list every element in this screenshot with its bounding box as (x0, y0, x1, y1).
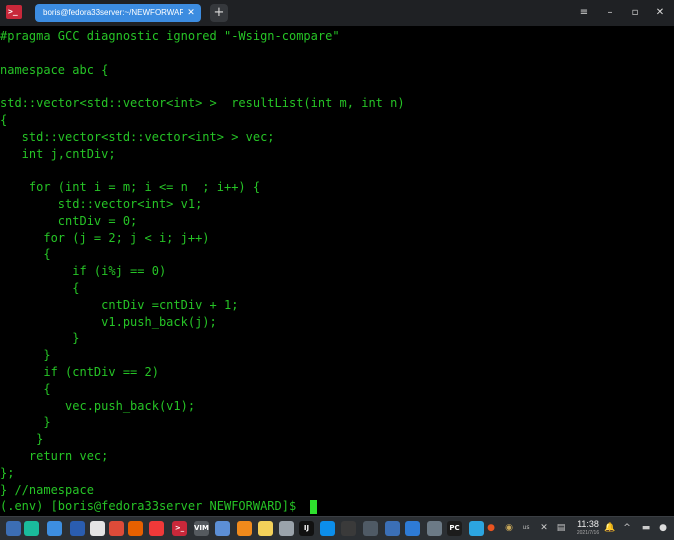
terminal-line: (.env) [boris@fedora33server NEWFORWARD]… (0, 499, 304, 514)
fedora-tray-icon[interactable]: ● (657, 522, 669, 534)
terminal-line: } //namespace (0, 482, 94, 497)
discover-icon[interactable] (70, 521, 85, 536)
vlc-icon[interactable] (237, 521, 252, 536)
tab-close-icon[interactable]: ✕ (185, 7, 197, 19)
terminal-line: std::vector<std::vector<int> > vec; (0, 129, 275, 144)
chrome-icon[interactable] (109, 521, 124, 536)
terminal-line: int j,cntDiv; (0, 146, 116, 161)
terminal-cursor (310, 500, 317, 514)
notifications-icon[interactable]: 🔔 (604, 522, 616, 534)
clipboard-icon[interactable]: ▤ (555, 522, 567, 534)
terminal-line: if (cntDiv == 2) (0, 365, 159, 379)
terminal-line: std::vector<int> v1; (0, 197, 203, 211)
maximize-icon[interactable]: ▫ (627, 5, 643, 21)
network-icon[interactable] (215, 521, 230, 536)
remote-desktop-icon[interactable] (279, 521, 294, 536)
display-icon[interactable]: ▬ (640, 522, 652, 534)
telegram-icon[interactable] (469, 521, 484, 536)
fedora-icon[interactable] (6, 521, 21, 536)
firefox-icon[interactable] (128, 521, 143, 536)
terminal-line: vec.push_back(v1); (0, 398, 196, 413)
terminal-app-icon[interactable]: >_ (6, 5, 22, 19)
tab-terminal[interactable]: boris@fedora33server:~/NEWFORWARD ✕ (35, 4, 201, 22)
mute-icon[interactable]: ✕ (538, 522, 550, 534)
clock-date[interactable]: 2021/7/16 (569, 530, 607, 536)
text-editor-icon[interactable] (258, 521, 273, 536)
file-manager-icon[interactable] (47, 521, 62, 536)
system-settings-icon[interactable] (24, 521, 39, 536)
ubuntu-icon[interactable]: ● (485, 522, 497, 534)
calculator-icon[interactable] (363, 521, 378, 536)
virtualbox-icon[interactable] (385, 521, 400, 536)
terminal-line: #pragma GCC diagnostic ignored "-Wsign-c… (0, 29, 340, 43)
gnome-boxes-icon[interactable] (427, 521, 442, 536)
pycharm-icon[interactable]: PC (447, 521, 462, 536)
terminal-output[interactable]: #pragma GCC diagnostic ignored "-Wsign-c… (0, 26, 674, 516)
language-indicator-icon[interactable]: us (520, 522, 532, 534)
close-icon[interactable]: ✕ (652, 5, 668, 21)
webstorm-icon[interactable] (320, 521, 335, 536)
clock-time[interactable]: 11:38 (573, 519, 603, 529)
vivaldi-icon[interactable] (149, 521, 164, 536)
title-bar: >_ boris@fedora33server:~/NEWFORWARD ✕ +… (0, 0, 674, 27)
intellij-icon[interactable]: IJ (299, 521, 314, 536)
terminal-line: std::vector<std::vector<int> > resultLis… (0, 96, 405, 111)
terminal-line: } (0, 432, 44, 447)
terminal-line: return vec; (0, 449, 109, 463)
terminal-line: } (0, 415, 51, 430)
taskbar: >_ VIM IJ PC ● ◉ us ✕ ▤ 11:38 2021/7/16 🔔 ^ ▬ ● (0, 516, 674, 540)
terminal-line: cntDiv = 0; (0, 213, 138, 228)
terminal-line: } (0, 348, 51, 363)
terminal-line: { (0, 247, 51, 262)
minimize-icon[interactable]: – (602, 5, 618, 21)
terminal-line: { (0, 381, 51, 396)
tab-title: boris@fedora33server:~/NEWFORWARD (43, 8, 183, 17)
terminal-line: for (int i = m; i <= n ; i++) { (0, 180, 261, 195)
terminal-line: for (j = 2; j < i; j++) (0, 230, 210, 245)
arrow-up-icon[interactable]: ^ (621, 522, 633, 534)
hamburger-menu-icon[interactable]: ≡ (576, 5, 592, 21)
new-tab-button[interactable]: + (210, 4, 228, 22)
terminal-line: } (0, 331, 80, 346)
terminal-line: { (0, 113, 8, 127)
terminal-line: }; (0, 465, 15, 480)
keyboard-layout-icon[interactable]: ◉ (503, 522, 515, 534)
vim-icon[interactable]: VIM (194, 521, 209, 536)
terminal-line: cntDiv =cntDiv + 1; (0, 297, 239, 312)
terminal-line: namespace abc { (0, 62, 109, 77)
gitkraken-icon[interactable] (341, 521, 356, 536)
system-monitor-icon[interactable] (90, 521, 105, 536)
terminal-line: v1.push_back(j); (0, 314, 217, 329)
terminal-icon[interactable]: >_ (172, 521, 187, 536)
terminal-line: if (i%j == 0) (0, 264, 167, 279)
terminal-line: { (0, 281, 80, 295)
windows-vm-icon[interactable] (405, 521, 420, 536)
